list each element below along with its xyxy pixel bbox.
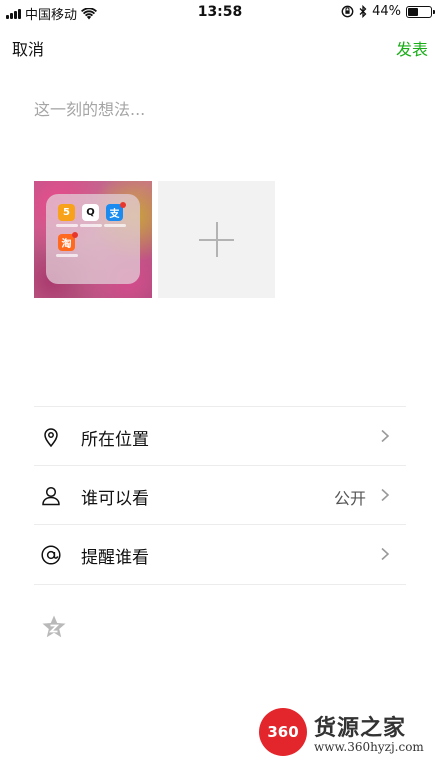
battery-fill (408, 7, 418, 16)
chevron-right-icon (381, 547, 390, 561)
battery-percent: 44% (372, 4, 401, 19)
add-photo-button[interactable] (158, 181, 275, 298)
remind-label: 提醒谁看 (81, 548, 149, 568)
app-caption (80, 224, 102, 227)
status-right: 44% (341, 4, 435, 19)
app-caption (56, 224, 78, 227)
visibility-row[interactable]: 谁可以看 公开 (34, 466, 406, 524)
visibility-label: 谁可以看 (81, 489, 149, 509)
watermark-url: www.360hyzj.com (314, 740, 424, 754)
watermark-360-badge: 360 (259, 708, 307, 756)
bluetooth-icon (359, 5, 367, 18)
location-pin-icon (44, 428, 58, 448)
photo-thumbnail[interactable]: 5 Q 支 淘 (34, 181, 152, 298)
plus-icon (216, 222, 218, 257)
cancel-button[interactable]: 取消 (12, 36, 44, 60)
visibility-value: 公开 (333, 489, 366, 508)
location-label: 所在位置 (81, 430, 149, 450)
publish-button[interactable]: 发表 (396, 36, 428, 60)
app-icon-1: 5 (58, 204, 75, 221)
star-icon[interactable] (40, 613, 68, 641)
chevron-right-icon (381, 429, 390, 443)
status-bar: 中国移动 13:58 44% (0, 0, 440, 24)
notification-badge (120, 202, 126, 208)
orientation-lock-icon (341, 5, 354, 18)
app-icon-2: Q (82, 204, 99, 221)
battery-icon (406, 5, 435, 18)
app-caption (104, 224, 126, 227)
remind-row[interactable]: 提醒谁看 (34, 525, 406, 583)
app-folder-image: 5 Q 支 淘 (46, 194, 140, 284)
watermark-brand: 货源之家 (314, 715, 407, 741)
at-icon (41, 545, 61, 565)
chevron-right-icon (381, 488, 390, 502)
location-row[interactable]: 所在位置 (34, 407, 406, 465)
app-caption (56, 254, 78, 257)
watermark-logo: 360 货源之家 www.360hyzj.com (256, 706, 432, 762)
divider (34, 584, 406, 585)
person-icon (42, 486, 60, 506)
notification-badge (72, 232, 78, 238)
post-text-input[interactable] (34, 96, 406, 136)
